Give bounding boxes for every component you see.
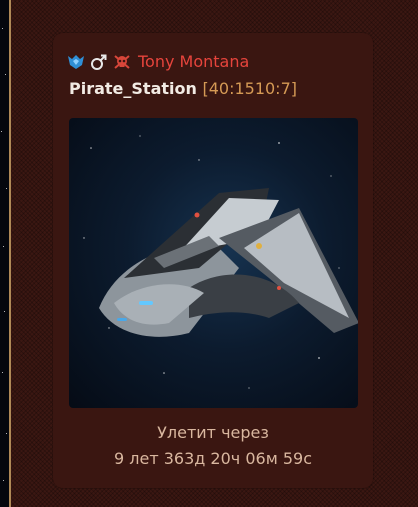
departure-countdown: 9 лет 363д 20ч 06м 59с: [114, 449, 312, 468]
owner-row: Tony Montana: [67, 51, 249, 73]
station-card: Tony Montana Pirate_Station [40:1510:7]: [53, 33, 373, 488]
info-panel: Tony Montana Pirate_Station [40:1510:7]: [11, 0, 418, 507]
spaceship-image: [69, 118, 358, 408]
station-name: Pirate_Station: [69, 79, 197, 98]
space-background-strip: [0, 0, 9, 507]
station-location: Pirate_Station [40:1510:7]: [69, 79, 297, 99]
alliance-crest-icon[interactable]: [67, 54, 85, 70]
owner-name-link[interactable]: Tony Montana: [138, 52, 249, 72]
male-symbol-icon: [90, 53, 108, 71]
station-coordinates-link[interactable]: [40:1510:7]: [202, 79, 297, 98]
departure-label: Улетит через: [157, 423, 269, 442]
pirate-skull-icon: [113, 53, 131, 71]
